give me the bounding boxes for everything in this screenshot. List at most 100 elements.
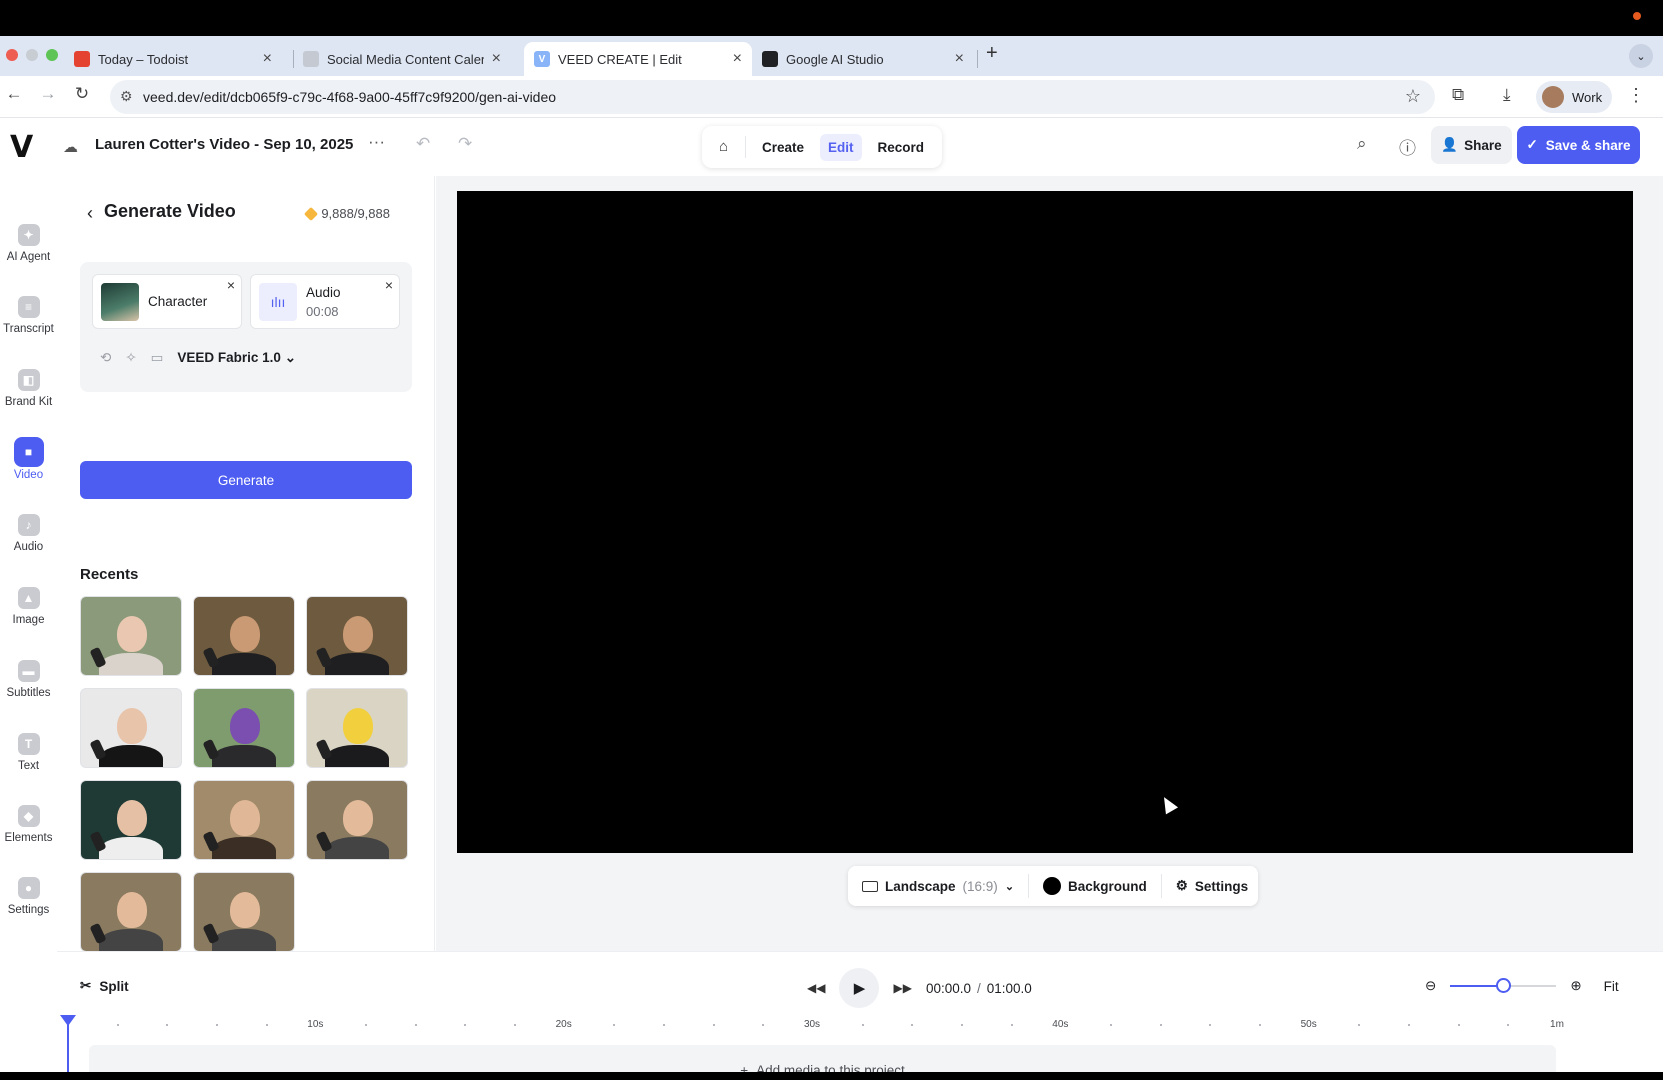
tab-create[interactable]: Create [754,134,812,161]
thumbnail-figure [212,653,276,675]
recent-video-thumbnail[interactable] [193,872,295,952]
tab-record[interactable]: Record [870,134,933,161]
download-icon[interactable]: ⤓ [1503,85,1511,105]
save-and-share-button[interactable]: ✓ Save & share [1517,126,1640,164]
recent-video-thumbnail[interactable] [80,596,182,676]
close-tab-icon[interactable]: × [492,50,501,68]
tab-search-icon[interactable]: ⌄ [1629,44,1653,68]
rail-item-label: Text [17,760,40,772]
ruler-tick [365,1024,367,1026]
tab-edit[interactable]: Edit [820,133,862,161]
rail-item-image[interactable]: ▲ Image [0,587,57,626]
tab-social-calendar[interactable]: Social Media Content Calend… × [293,42,511,76]
rail-item-transcript[interactable]: ≡ Transcript [0,296,57,335]
tab-title: Today – Todoist [98,51,189,67]
rail-item-brand-kit[interactable]: ◧ Brand Kit [0,369,57,408]
split-button[interactable]: ✂ Split [80,978,129,994]
rewind-icon[interactable]: ◀◀ [807,981,825,995]
aspect-label: Landscape [885,878,956,894]
total-time: 01:00.0 [986,980,1032,996]
character-thumbnail [101,282,139,321]
recent-video-thumbnail[interactable] [80,688,182,768]
back-icon[interactable]: ← [2,84,26,104]
recent-video-thumbnail[interactable] [193,688,295,768]
recent-video-thumbnail[interactable] [80,872,182,952]
profile-label: Work [1572,89,1603,105]
screen: Today – Todoist × Social Media Content C… [0,0,1663,1080]
veed-logo[interactable]: V [10,130,33,165]
search-icon[interactable]: ⌕ [1357,134,1367,154]
site-settings-icon[interactable]: ⚙ [120,88,133,105]
tab-todoist[interactable]: Today – Todoist × [64,42,282,76]
zoom-in-icon[interactable]: ⊕ [1570,978,1581,994]
rail-item-settings[interactable]: ● Settings [0,877,57,916]
play-button[interactable]: ▶ [839,968,880,1008]
address-bar[interactable]: ⚙ veed.dev/edit/dcb065f9-c79c-4f68-9a00-… [110,80,1435,114]
model-select[interactable]: VEED Fabric 1.0 ⌄ [177,350,296,366]
add-media-button[interactable]: + Add media to this project [89,1045,1556,1072]
ruler-label: 10s [307,1019,324,1030]
recent-video-thumbnail[interactable] [80,780,182,860]
audio-chip[interactable]: ılıı Audio 00:08 × [250,274,400,329]
new-tab-icon[interactable]: + [986,42,998,65]
maximize-window-button[interactable] [46,49,58,61]
magic-wand-icon[interactable]: ✧ [125,350,136,366]
undo-icon[interactable]: ↶ [416,134,430,154]
reload-icon[interactable]: ↻ [70,84,94,104]
close-tab-icon[interactable]: × [263,50,272,68]
canvas-settings-button[interactable]: ⚙ Settings [1160,874,1262,898]
recent-video-thumbnail[interactable] [306,688,408,768]
background-button[interactable]: Background [1028,874,1161,898]
zoom-slider[interactable] [1450,978,1557,993]
rail-item-video[interactable]: ■ Video [0,437,57,481]
rail-item-text[interactable]: T Text [0,733,57,772]
tab-veed-create[interactable]: V VEED CREATE | Edit × [524,42,752,76]
bookmark-star-icon[interactable]: ☆ [1405,86,1421,107]
landscape-icon [862,880,878,892]
recent-video-thumbnail[interactable] [306,596,408,676]
forward-icon[interactable]: → [36,84,60,104]
help-icon[interactable]: ⓘ [1399,134,1416,159]
rail-item-subtitles[interactable]: ▬ Subtitles [0,660,57,699]
recent-video-thumbnail[interactable] [306,780,408,860]
extensions-icon[interactable]: ⧉ [1452,85,1464,105]
profile-button[interactable]: Work [1536,81,1612,113]
aspect-ratio-icon[interactable]: ▭ [151,350,164,366]
chevron-down-icon: ⌄ [1004,880,1015,893]
close-window-button[interactable] [6,49,18,61]
recording-indicator [1633,12,1641,20]
rail-item-audio[interactable]: ♪ Audio [0,514,57,553]
rail-item-elements[interactable]: ◆ Elements [0,805,57,844]
aspect-ratio-select[interactable]: Landscape (16:9) ⌄ [848,874,1028,898]
home-icon[interactable]: ⌂ [702,136,746,158]
generate-button[interactable]: Generate [80,461,412,499]
minimize-window-button[interactable] [26,49,38,61]
rail-item-label: Brand Kit [4,396,53,408]
fast-forward-icon[interactable]: ▶▶ [893,981,911,995]
video-preview[interactable] [457,191,1633,853]
ruler-tick [464,1024,467,1026]
playhead[interactable] [60,1015,76,1072]
timeline-ruler[interactable]: 10s 20s 30s 40s 50s 1m [57,1016,1617,1038]
close-tab-icon[interactable]: × [955,50,964,68]
character-chip[interactable]: Character × [92,274,242,329]
zoom-out-icon[interactable]: ⊖ [1425,978,1436,994]
recent-video-thumbnail[interactable] [193,596,295,676]
share-button[interactable]: 👤 Share [1431,126,1512,164]
project-title[interactable]: Lauren Cotter's Video - Sep 10, 2025 [95,136,353,153]
more-options-icon[interactable]: ··· [368,132,385,152]
recent-video-thumbnail[interactable] [193,780,295,860]
back-chevron-icon[interactable]: ‹ [87,203,93,224]
browser-menu-icon[interactable]: ⋮ [1627,85,1645,106]
fit-button[interactable]: Fit [1604,979,1619,994]
redo-icon[interactable]: ↷ [458,134,472,154]
tab-google-ai-studio[interactable]: Google AI Studio × [752,42,974,76]
rail-item-ai-agent[interactable]: ✦ AI Agent [0,224,57,263]
ruler-tick [762,1024,765,1026]
mode-switcher: ⌂ Create Edit Record [702,126,942,168]
remove-audio-icon[interactable]: × [385,277,393,293]
remove-character-icon[interactable]: × [227,277,235,293]
history-icon[interactable]: ⟲ [100,350,111,366]
close-tab-icon[interactable]: × [733,50,742,68]
zoom-slider-knob[interactable] [1496,978,1512,993]
